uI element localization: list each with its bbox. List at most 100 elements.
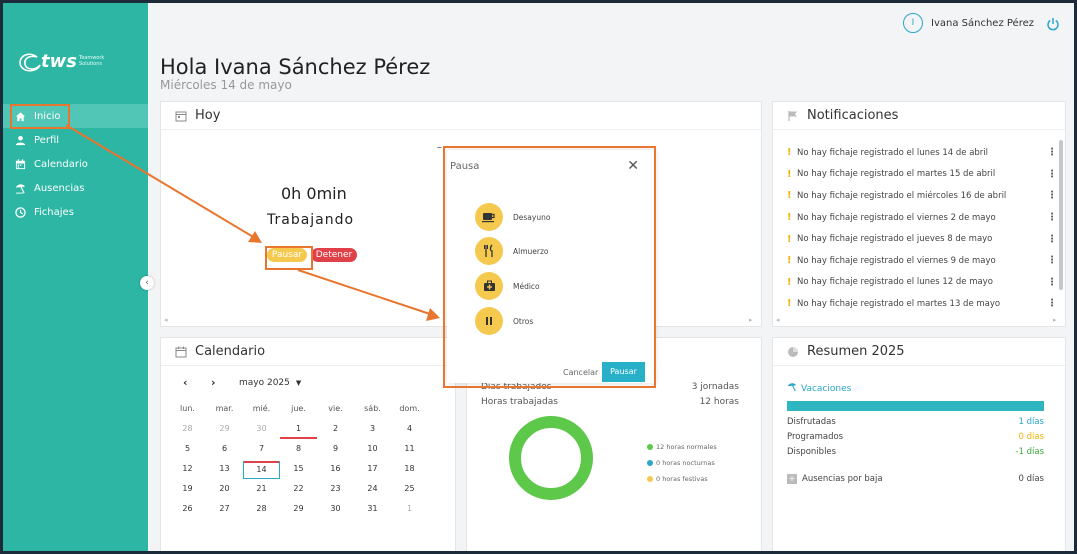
summary-row: Disfrutadas 1 días (787, 417, 1044, 427)
calendar-day[interactable]: 24 (354, 481, 391, 499)
calendar-day[interactable]: 12 (169, 461, 206, 479)
kebab-menu-icon[interactable]: ⋮ (1047, 234, 1057, 245)
clock-icon (14, 206, 26, 218)
calendar-day[interactable]: 26 (169, 501, 206, 519)
scroll-right-icon[interactable]: ▸ (1053, 316, 1057, 324)
scroll-left-icon[interactable]: ◂ (164, 316, 168, 324)
calendar-day[interactable]: 19 (169, 481, 206, 499)
list-item[interactable]: ! No hay fichaje registrado el martes 15 … (787, 164, 1057, 186)
calendar-day[interactable]: 2 (317, 421, 354, 439)
sidebar-collapse-button[interactable]: ‹ (140, 276, 154, 290)
calendar-day[interactable]: 3 (354, 421, 391, 439)
calendar-day[interactable]: 10 (354, 441, 391, 459)
calendar-day[interactable]: 28 (169, 421, 206, 439)
list-item[interactable]: ! No hay fichaje registrado el lunes 14 d… (787, 142, 1057, 164)
user-name[interactable]: Ivana Sánchez Pérez (931, 18, 1034, 29)
kebab-menu-icon[interactable]: ⋮ (1047, 298, 1057, 309)
sidebar-item-label: Ausencias (34, 182, 85, 194)
kebab-menu-icon[interactable]: ⋮ (1047, 277, 1057, 288)
list-item[interactable]: ! No hay fichaje registrado el lunes 12 d… (787, 272, 1057, 294)
calendar-day-today[interactable]: 14 (243, 461, 280, 479)
days-worked-value: 3 jornadas (691, 382, 739, 392)
sidebar-item-calendario[interactable]: Calendario (3, 152, 148, 176)
notifications-scrollbar[interactable] (1059, 140, 1063, 290)
scroll-left-icon[interactable]: ◂ (776, 316, 780, 324)
calendar-icon (14, 158, 26, 170)
hoy-dash: – (437, 142, 442, 153)
avatar[interactable]: I (903, 13, 923, 33)
kebab-menu-icon[interactable]: ⋮ (1047, 255, 1057, 266)
calendar-day[interactable]: 23 (317, 481, 354, 499)
legend-dot (647, 444, 653, 450)
calendar-day[interactable]: 13 (206, 461, 243, 479)
kebab-menu-icon[interactable]: ⋮ (1047, 212, 1057, 223)
list-item[interactable]: ! No hay fichaje registrado el jueves 8 d… (787, 228, 1057, 250)
user-icon (14, 134, 26, 146)
chevron-left-icon[interactable]: ‹ (183, 376, 211, 389)
notifications-card: Notificaciones ! No hay fichaje registrad… (772, 101, 1066, 327)
umbrella-icon (14, 182, 26, 194)
power-icon[interactable] (1046, 16, 1060, 31)
calendar-day[interactable]: 30 (317, 501, 354, 519)
calendar-day[interactable]: 28 (243, 501, 280, 519)
sick-leave-row: + Ausencias por baja 0 días (787, 474, 1044, 484)
list-item[interactable]: ! No hay fichaje registrado el miércoles … (787, 185, 1057, 207)
calendar-day[interactable]: 17 (354, 461, 391, 479)
calendar-day[interactable]: 4 (391, 421, 428, 439)
month-select[interactable]: mayo 2025 (239, 378, 290, 388)
week-row: 19 20 21 22 23 24 25 (169, 480, 443, 500)
warning-icon: ! (787, 233, 792, 245)
scroll-right-icon[interactable]: ▸ (749, 316, 753, 324)
calendar-day-icon (175, 110, 187, 122)
sidebar-item-fichajes[interactable]: Fichajes (3, 200, 148, 224)
calendar-day[interactable]: 29 (206, 421, 243, 439)
stop-button[interactable]: Detener (311, 248, 357, 262)
calendar-day[interactable]: 30 (243, 421, 280, 439)
vacations-progress-bar (787, 401, 1044, 411)
chevron-left-icon: ‹ (145, 278, 149, 288)
calendar-day[interactable]: 6 (206, 441, 243, 459)
calendar-day[interactable]: 27 (206, 501, 243, 519)
resumen-title: Resumen 2025 (807, 344, 905, 359)
chart-legend: 12 horas normales 0 horas nocturnas 0 ho… (647, 439, 717, 487)
warning-icon: ! (787, 276, 792, 288)
warning-icon: ! (787, 147, 792, 159)
calendar-day[interactable]: 11 (391, 441, 428, 459)
calendar-day[interactable]: 15 (280, 461, 317, 479)
calendar-day[interactable]: 20 (206, 481, 243, 499)
calendar-day[interactable]: 31 (354, 501, 391, 519)
calendar-day[interactable]: 8 (280, 441, 317, 459)
legend-item: 0 horas festivas (647, 471, 717, 487)
calendar-day[interactable]: 7 (243, 441, 280, 459)
calendar-day[interactable]: 5 (169, 441, 206, 459)
sidebar-item-perfil[interactable]: Perfil (3, 128, 148, 152)
list-item[interactable]: ! No hay fichaje registrado el viernes 2 … (787, 207, 1057, 229)
calendar-card: Calendario ‹ › mayo 2025 ▼ lun. mar. mié… (160, 337, 456, 551)
calendar-day[interactable]: 16 (317, 461, 354, 479)
calendar-day[interactable]: 21 (243, 481, 280, 499)
list-item[interactable]: ! No hay fichaje registrado el viernes 9 … (787, 250, 1057, 272)
vacations-link[interactable]: Vacaciones (787, 382, 851, 395)
calendar-day[interactable]: 22 (280, 481, 317, 499)
calendar-day[interactable]: 9 (317, 441, 354, 459)
week-row: 12 13 14 15 16 17 18 (169, 460, 443, 480)
calendar-day[interactable]: 29 (280, 501, 317, 519)
kebab-menu-icon[interactable]: ⋮ (1047, 147, 1057, 158)
caret-down-icon[interactable]: ▼ (296, 379, 301, 387)
flag-icon (787, 110, 799, 122)
sidebar-item-label: Fichajes (34, 206, 74, 218)
calendar-day[interactable]: 1 (280, 421, 317, 439)
chevron-right-icon[interactable]: › (211, 376, 239, 389)
list-item[interactable]: ! No hay fichaje registrado el martes 13 … (787, 293, 1057, 315)
logo-swirl-icon (19, 53, 41, 72)
user-area: I Ivana Sánchez Pérez (903, 13, 1060, 33)
calendar-day[interactable]: 1 (391, 501, 428, 519)
kebab-menu-icon[interactable]: ⋮ (1047, 169, 1057, 180)
sidebar-item-ausencias[interactable]: Ausencias (3, 176, 148, 200)
pie-chart-icon (787, 346, 799, 358)
kebab-menu-icon[interactable]: ⋮ (1047, 190, 1057, 201)
week-row: 28 29 30 1 2 3 4 (169, 420, 443, 440)
calendar-nav: ‹ › mayo 2025 ▼ (183, 376, 301, 389)
calendar-day[interactable]: 25 (391, 481, 428, 499)
calendar-day[interactable]: 18 (391, 461, 428, 479)
